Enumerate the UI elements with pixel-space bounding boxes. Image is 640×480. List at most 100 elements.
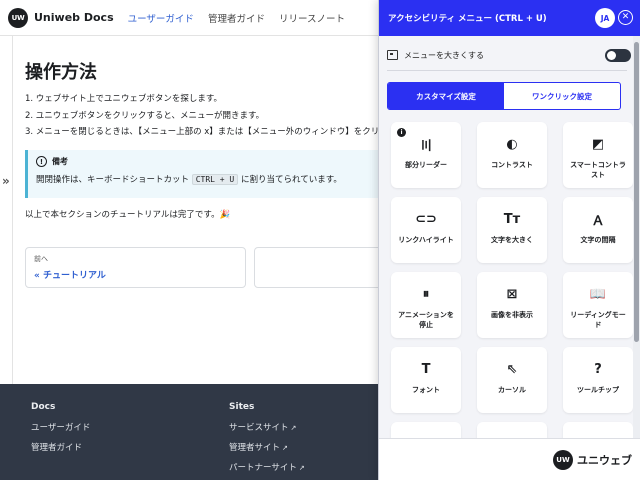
nav-user-guide[interactable]: ユーザーガイド <box>128 11 194 25</box>
smart-contrast-icon: ◩ <box>591 136 605 152</box>
footer-heading: Docs <box>31 402 56 412</box>
feature-card-label: 文字の間隔 <box>580 236 616 244</box>
feature-card-label: スマートコントラスト <box>570 161 626 179</box>
pager-prev-label: « チュートリアル <box>34 271 106 281</box>
feature-card[interactable]: ⇖ カーソル <box>477 347 547 413</box>
expand-sidebar-icon[interactable]: » <box>2 174 10 188</box>
info-badge-icon[interactable]: i <box>397 128 406 137</box>
list-item: 2. ユニウェブボタンをクリックすると、メニューが開きます。 <box>25 110 265 121</box>
contrast-icon: ◐ <box>506 136 518 152</box>
external-link-icon: ↗ <box>298 464 305 472</box>
panel-footer: UW ユニウェブ <box>379 438 640 480</box>
pager-next-button[interactable] <box>254 247 394 288</box>
feature-card[interactable] <box>391 422 461 438</box>
footer-col-sites: Sites サービスサイト ↗ 管理者サイト ↗ パートナーサイト ↗ <box>229 402 305 480</box>
note-body: 開閉操作は、キーボードショートカット CTRL + U に割り当てられています。 <box>36 173 372 185</box>
text-size-icon: Tт <box>503 211 521 227</box>
feature-card[interactable]: Tт 文字を大きく <box>477 197 547 263</box>
feature-card[interactable]: T フォント <box>391 347 461 413</box>
feature-card[interactable]: ? ツールチップ <box>563 347 633 413</box>
feature-grid-viewport: i 〣部分リーダー ◐ コントラスト ◩ スマートコントラスト ⊂⊃ リンクハイライト Tт 文字… <box>379 116 633 438</box>
logo-text: Uniweb Docs <box>34 11 114 24</box>
feature-card[interactable]: Ａ 文字の間隔 <box>563 197 633 263</box>
note-title: 備考 <box>52 157 68 166</box>
enlarge-menu-label: メニューを大きくする <box>404 50 484 60</box>
pause-icon: ⏸ <box>422 286 430 302</box>
enlarge-menu-toggle[interactable] <box>605 49 631 62</box>
footer-link-label: サービスサイト <box>229 423 289 433</box>
accessibility-panel: アクセシビリティ メニュー (CTRL + U) JA ✕ メニューを大きくする… <box>378 0 640 480</box>
brand-logo[interactable]: UW ユニウェブ <box>553 450 632 470</box>
nav-admin-guide[interactable]: 管理者ガイド <box>208 11 265 25</box>
feature-card[interactable]: ◩ スマートコントラスト <box>563 122 633 188</box>
link-icon: ⊂⊃ <box>415 211 437 227</box>
enlarge-icon <box>387 50 398 60</box>
panel-header: アクセシビリティ メニュー (CTRL + U) JA ✕ <box>379 0 640 36</box>
brand-text: ユニウェブ <box>577 454 632 467</box>
footer-link[interactable]: パートナーサイト ↗ <box>229 461 305 473</box>
steps-list: 1. ウェブサイト上でユニウェブボタンを探します。 2. ユニウェブボタンをクリ… <box>25 91 385 141</box>
feature-card[interactable]: i 〣部分リーダー <box>391 122 461 188</box>
external-link-icon: ↗ <box>290 424 297 432</box>
feature-card-label: 文字を大きく <box>491 236 533 244</box>
panel-scrollbar[interactable] <box>633 36 640 438</box>
sidebar-collapsed: » <box>0 36 13 384</box>
list-item: 1. ウェブサイト上でユニウェブボタンを探します。 <box>25 94 222 104</box>
panel-title: アクセシビリティ メニュー (CTRL + U) <box>388 14 547 24</box>
audio-wave-icon: 〣 <box>419 138 433 154</box>
feature-card[interactable]: ⏸ アニメーションを停止 <box>391 272 461 338</box>
pager-prev-button[interactable]: 前へ « チュートリアル <box>25 247 246 288</box>
logo-mark-icon: UW <box>8 7 28 28</box>
scrollbar-thumb[interactable] <box>634 42 639 342</box>
feature-card[interactable]: ◐ コントラスト <box>477 122 547 188</box>
footer-link-label: パートナーサイト <box>229 463 297 473</box>
feature-card-label: ツールチップ <box>577 386 619 394</box>
feature-card[interactable]: 📖 リーディングモード <box>563 272 633 338</box>
feature-card-label: 部分リーダー <box>405 161 447 169</box>
font-icon: T <box>421 361 431 377</box>
feature-card[interactable] <box>563 422 633 438</box>
list-item: 3. メニューを閉じるときは、【メニュー上部の x】または【メニュー外のウィンド… <box>25 127 380 137</box>
nav-release-notes[interactable]: リリースノート <box>279 11 345 25</box>
footer-link[interactable]: 管理者ガイド <box>31 441 90 453</box>
settings-tabs: カスタマイズ設定 ワンクリック設定 <box>387 82 621 110</box>
completion-text: 以上で本セクションのチュートリアルは完了です。🎉 <box>25 210 231 220</box>
close-icon[interactable]: ✕ <box>618 10 633 25</box>
footer-heading: Sites <box>229 402 255 412</box>
footer-col-docs: Docs ユーザーガイド 管理者ガイド <box>31 402 90 461</box>
feature-grid: i 〣部分リーダー ◐ コントラスト ◩ スマートコントラスト ⊂⊃ リンクハイライト Tт 文字… <box>391 122 633 438</box>
footer-link[interactable]: ユーザーガイド <box>31 421 90 433</box>
feature-card-label: カーソル <box>498 386 526 394</box>
note-text: 開閉操作は、キーボードショートカット <box>36 175 192 185</box>
feature-card[interactable]: ⊂⊃ リンクハイライト <box>391 197 461 263</box>
text-spacing-icon: Ａ <box>591 213 605 229</box>
footer-link[interactable]: 管理者サイト ↗ <box>229 441 305 453</box>
top-nav: ユーザーガイド 管理者ガイド リリースノート <box>128 11 345 25</box>
footer-link-label: 管理者サイト <box>229 443 281 453</box>
cursor-icon: ⇖ <box>506 361 518 377</box>
hide-image-icon: ⊠ <box>506 286 518 302</box>
external-link-icon: ↗ <box>282 444 288 452</box>
feature-card[interactable]: ⊠ 画像を非表示 <box>477 272 547 338</box>
feature-card-label: コントラスト <box>491 161 533 169</box>
footer-link[interactable]: サービスサイト ↗ <box>229 421 305 433</box>
feature-card-label: アニメーションを停止 <box>398 311 454 329</box>
tooltip-icon: ? <box>594 361 602 377</box>
brand-mark-icon: UW <box>553 450 573 470</box>
feature-card-label: リーディングモード <box>570 311 626 329</box>
note-admonition: ! 備考 開閉操作は、キーボードショートカット CTRL + U に割り当てられ… <box>25 150 380 198</box>
tab-customize[interactable]: カスタマイズ設定 <box>388 83 504 109</box>
language-avatar[interactable]: JA <box>595 8 615 28</box>
book-icon: 📖 <box>589 286 607 302</box>
page-title: 操作方法 <box>25 62 97 83</box>
site-logo[interactable]: UW Uniweb Docs <box>8 7 114 28</box>
feature-card-label: リンクハイライト <box>398 236 454 244</box>
shortcut-kbd: CTRL + U <box>191 174 239 185</box>
note-text: に割り当てられています。 <box>238 175 342 185</box>
divider <box>387 70 627 71</box>
tab-one-click[interactable]: ワンクリック設定 <box>504 83 620 109</box>
pager-prev-sub: 前へ <box>34 255 48 263</box>
feature-card[interactable] <box>477 422 547 438</box>
feature-card-label: フォント <box>412 386 440 394</box>
enlarge-menu-row: メニューを大きくする <box>387 44 631 66</box>
